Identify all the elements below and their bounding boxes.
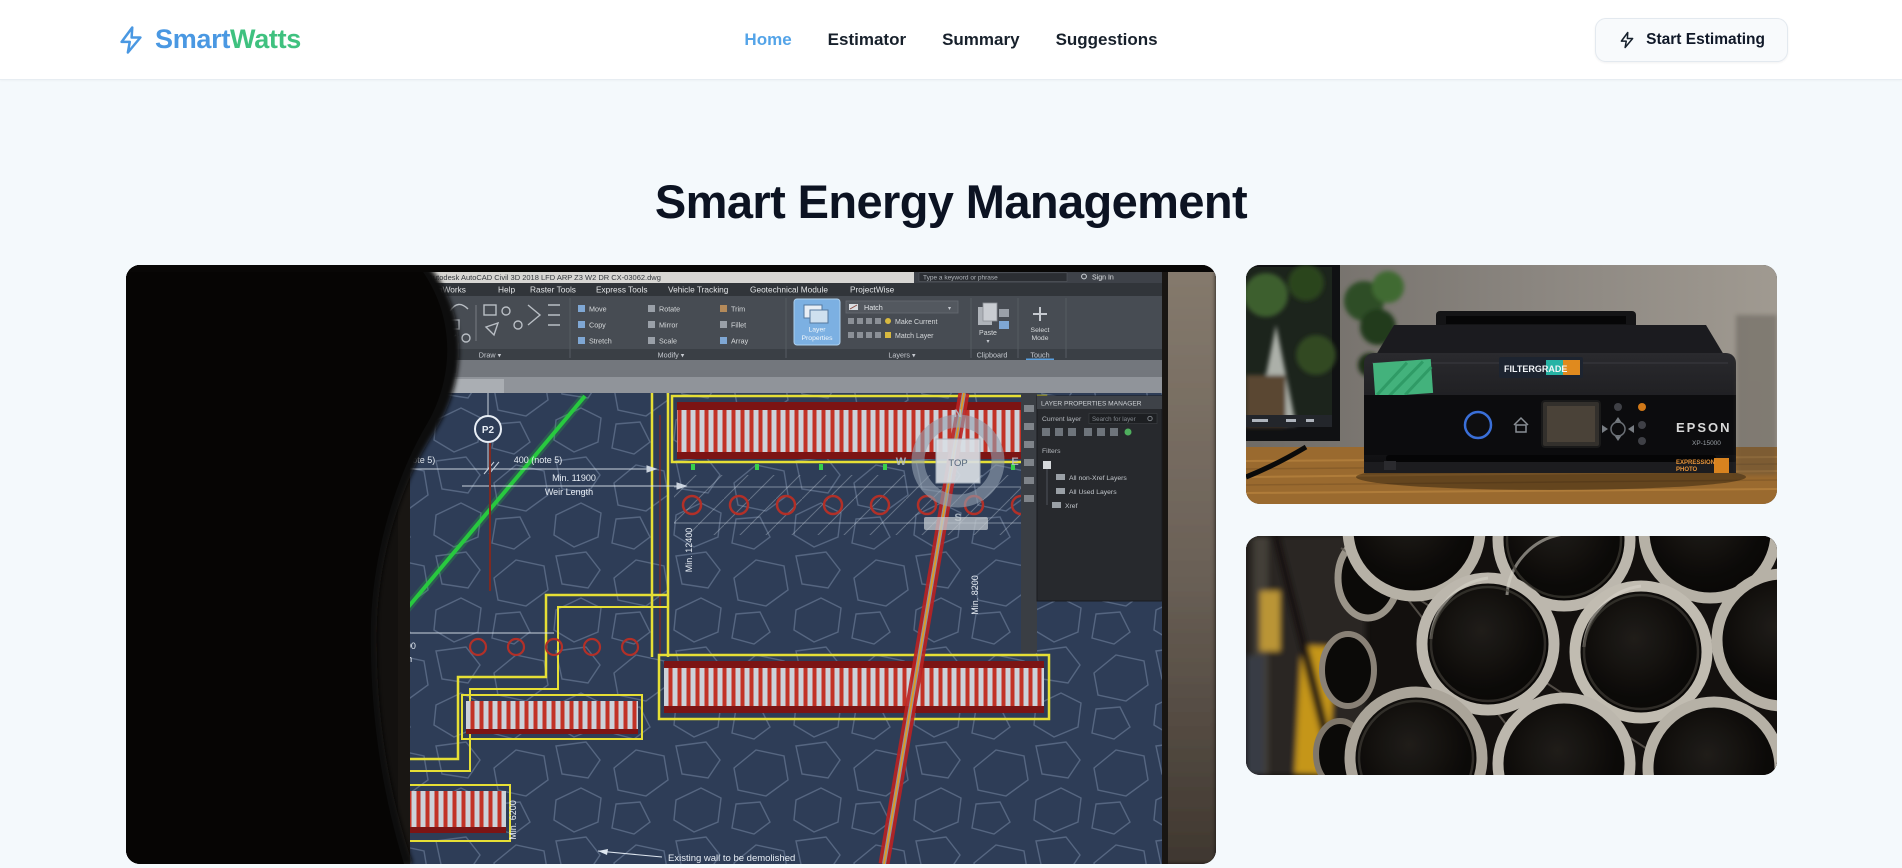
svg-text:P2: P2 [482,425,495,436]
svg-text:▾: ▾ [986,339,989,345]
svg-text:Make Current: Make Current [895,319,937,326]
hatch-band-step [461,694,643,740]
panel-label-draw[interactable]: Draw ▾ [479,351,502,360]
main-content: Smart Energy Management Autodesk AutoCAD… [0,80,1902,864]
green-sticker [1372,359,1434,398]
printer-illustration: FILTERGRADE EPSON XP-15000 EXPRESSION PH… [1246,265,1777,504]
layer-panel-title: LAYER PROPERTIES MANAGER [1041,401,1142,408]
page: SmartWatts Home Estimator Summary Sugges… [0,0,1902,864]
svg-text:Fillet: Fillet [731,321,746,330]
cad-menu-raster-tools[interactable]: Raster Tools [530,285,576,295]
panel-label-modify[interactable]: Modify ▾ [658,351,685,360]
nav-link-home[interactable]: Home [744,30,791,50]
sticker-text: FILTERGRADE [1504,364,1567,374]
side-image-column: FILTERGRADE EPSON XP-15000 EXPRESSION PH… [1246,265,1777,864]
svg-text:E: E [1011,456,1018,468]
printer-brand: EPSON [1676,420,1732,435]
page-title: Smart Energy Management [654,175,1248,228]
lightning-icon [120,25,142,54]
nav-link-estimator[interactable]: Estimator [828,30,906,50]
cad-menu-vehicle-tracking[interactable]: Vehicle Tracking [668,285,729,295]
layer-search-placeholder: Search for layer [1092,416,1136,423]
layer-tree-item[interactable]: All non-Xref Layers [1069,475,1127,482]
current-layer-label: Current layer [1042,416,1082,423]
navbar: SmartWatts Home Estimator Summary Sugges… [0,0,1902,80]
panel-label-layers[interactable]: Layers ▾ [888,351,916,360]
nav-link-summary[interactable]: Summary [942,30,1019,50]
svg-text:Min. 8200: Min. 8200 [970,575,980,615]
cad-menu-help[interactable]: Help [498,285,515,295]
panel-label-clipboard: Clipboard [977,351,1008,360]
svg-text:Properties: Properties [802,335,834,342]
side-image-pipes [1246,536,1777,775]
modify-tools[interactable]: Move Copy Stretch Rotate Mirror Scale Tr… [578,305,749,346]
viewcube-top[interactable]: TOP [948,458,967,469]
hatch-band-lower [657,653,1051,721]
filtergrade-sticker: FILTERGRADE [1499,357,1583,378]
svg-text:Hatch: Hatch [864,303,883,312]
cad-menu-geotechnical[interactable]: Geotechnical Module [750,285,828,295]
svg-text:Array: Array [731,337,749,346]
main-nav: Home Estimator Summary Suggestions [744,30,1157,50]
layer-properties-button[interactable]: Layer Properties [793,298,841,346]
cad-title-text: Autodesk AutoCAD Civil 3D 2018 LFD ARP Z… [428,273,661,282]
panel-label-touch: Touch [1030,351,1049,360]
svg-text:Select: Select [1031,327,1050,334]
svg-text:EXPRESSION: EXPRESSION [1676,460,1715,466]
svg-text:Paste: Paste [979,330,997,337]
svg-text:Stretch: Stretch [589,337,612,346]
cad-workstation-illustration: Autodesk AutoCAD Civil 3D 2018 LFD ARP Z… [126,265,1216,864]
svg-text:W: W [896,456,907,468]
svg-text:Move: Move [589,305,607,314]
svg-text:▾: ▾ [948,306,951,312]
filters-label: Filters [1042,448,1061,455]
layer-root-node[interactable] [1043,461,1051,469]
brand-name-part2: Watts [230,24,302,54]
start-estimating-button[interactable]: Start Estimating [1595,17,1788,62]
svg-text:Rotate: Rotate [659,305,680,314]
svg-text:Layer: Layer [808,327,826,334]
power-button[interactable] [1463,410,1493,440]
svg-text:Min. 12400: Min. 12400 [684,528,694,573]
svg-text:Mirror: Mirror [659,321,678,330]
pipes-illustration [1246,536,1777,775]
side-image-printer: FILTERGRADE EPSON XP-15000 EXPRESSION PH… [1246,265,1777,504]
nav-link-suggestions[interactable]: Suggestions [1056,30,1158,50]
cad-menu-express-tools[interactable]: Express Tools [596,285,648,295]
printer: FILTERGRADE EPSON XP-15000 EXPRESSION PH… [1356,311,1746,490]
vignette [1246,536,1777,775]
brand-name: SmartWatts [155,24,301,55]
brand-logo[interactable]: SmartWatts [116,24,301,55]
cad-sign-in[interactable]: Sign In [1092,274,1114,281]
svg-text:Trim: Trim [731,305,745,314]
cad-menu-projectwise[interactable]: ProjectWise [850,285,895,295]
layer-tree-item[interactable]: All Used Layers [1069,489,1117,496]
lightning-icon [1620,31,1634,48]
hero-image-cad-workstation: Autodesk AutoCAD Civil 3D 2018 LFD ARP Z… [126,265,1216,864]
svg-text:Min. 6200: Min. 6200 [508,800,518,840]
svg-text:400 (note 5): 400 (note 5) [514,455,563,465]
svg-text:Match Layer: Match Layer [895,333,934,340]
cad-search-placeholder: Type a keyword or phrase [923,274,998,281]
start-estimating-label: Start Estimating [1646,30,1765,48]
printer-model: XP-15000 [1692,440,1721,447]
svg-text:Copy: Copy [589,321,606,330]
layer-tree-item[interactable]: Xref [1065,503,1078,510]
brand-name-part1: Smart [155,24,231,54]
svg-text:Scale: Scale [659,337,677,346]
svg-text:Mode: Mode [1031,335,1048,342]
svg-text:N: N [954,408,962,420]
svg-text:Min. 11900: Min. 11900 [552,473,596,483]
svg-text:PHOTO: PHOTO [1676,467,1698,473]
image-gallery: Autodesk AutoCAD Civil 3D 2018 LFD ARP Z… [126,265,1777,864]
svg-text:Weir Length: Weir Length [545,487,593,497]
svg-text:Existing wall to be demolished: Existing wall to be demolished [668,853,795,864]
